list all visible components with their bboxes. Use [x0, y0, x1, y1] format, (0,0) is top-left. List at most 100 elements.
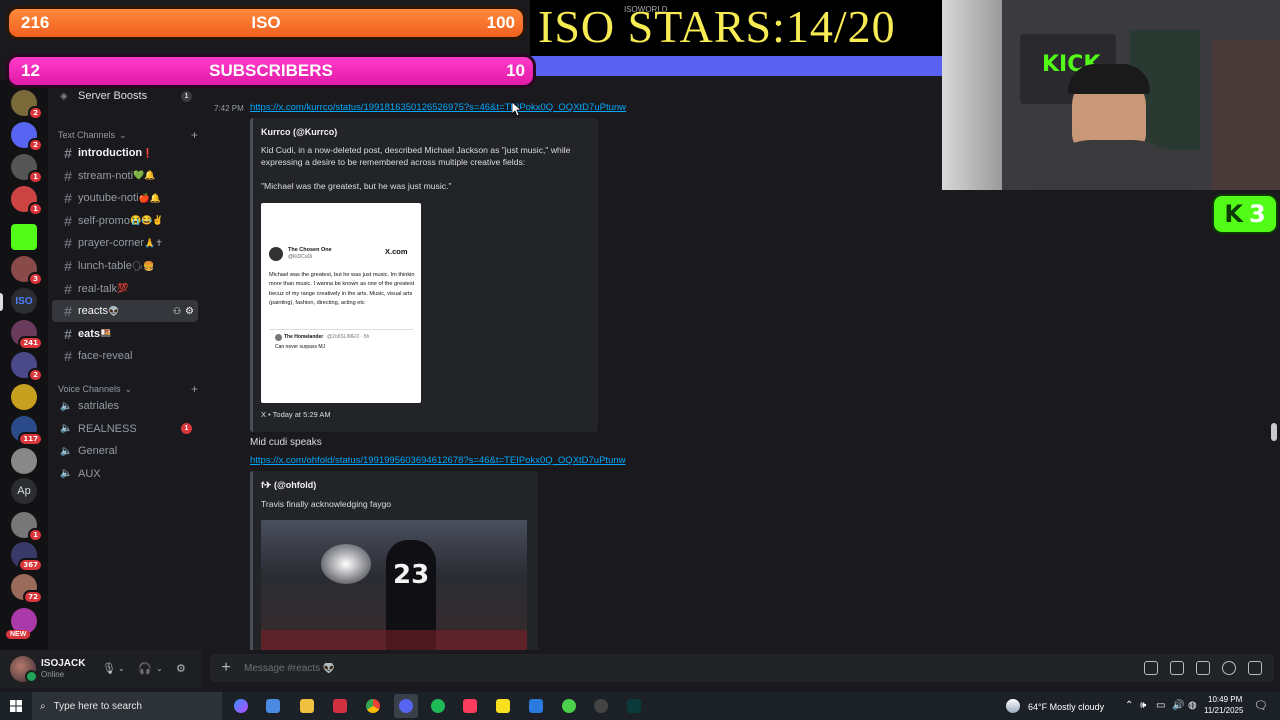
channel-item-self-promo[interactable]: # self-promo 😭😂✌: [52, 210, 198, 232]
channel-item-real-talk[interactable]: # real-talk 💯: [52, 278, 198, 300]
channel-item-stream-noti[interactable]: # stream-noti 💚🔔: [52, 165, 198, 187]
message-link-kurrco[interactable]: https://x.com/kurrco/status/199181635012…: [250, 102, 626, 113]
ap-server-icon[interactable]: Ap: [11, 478, 37, 504]
gear-icon[interactable]: ⚙: [185, 306, 194, 317]
copilot-icon[interactable]: [234, 699, 248, 713]
username[interactable]: ISOJACK: [41, 658, 85, 669]
server-boosts-item[interactable]: ◈ Server Boosts 1: [52, 85, 198, 107]
voice-channel-satriales[interactable]: 🔈 satriales: [52, 395, 198, 417]
clock-date[interactable]: 11/21/2025: [1204, 706, 1243, 715]
voice-channel-aux[interactable]: 🔈 AUX: [52, 463, 198, 485]
discord-icon[interactable]: [399, 699, 413, 713]
embed-video-thumbnail[interactable]: 23: [261, 520, 527, 650]
invite-icon[interactable]: ⚇: [173, 306, 181, 317]
server-icon[interactable]: 1: [11, 186, 43, 216]
chrome-icon[interactable]: [366, 699, 380, 713]
server-icon[interactable]: [11, 448, 37, 474]
channel-item-introduction[interactable]: # introduction ❗: [52, 142, 198, 164]
spotify-icon[interactable]: [431, 699, 445, 713]
voice-channels-category[interactable]: Voice Channels ⌄ +: [58, 382, 198, 396]
server-badge: 117: [18, 432, 43, 446]
discord-server-icon[interactable]: 2: [11, 122, 43, 152]
message-input[interactable]: [242, 661, 842, 675]
game-app-icon[interactable]: [562, 699, 576, 713]
message-link-ohfold[interactable]: https://x.com/ohfold/status/199199560369…: [250, 455, 626, 466]
music-icon[interactable]: [463, 699, 477, 713]
store-icon[interactable]: [266, 699, 280, 713]
headphones-icon[interactable]: 🎧: [138, 662, 152, 675]
iso-server-icon[interactable]: ISO: [11, 288, 37, 314]
server-icon[interactable]: 1: [11, 512, 43, 542]
server-icon[interactable]: 2: [11, 352, 43, 382]
file-explorer-icon[interactable]: [300, 699, 314, 713]
sticky-notes-icon[interactable]: [496, 699, 510, 713]
hash-icon: #: [64, 235, 72, 252]
server-icon[interactable]: 367: [11, 542, 43, 572]
channel-item-face-reveal[interactable]: # face-reveal: [52, 345, 198, 367]
obs-icon[interactable]: [594, 699, 608, 713]
attach-plus-icon[interactable]: +: [210, 659, 242, 677]
server-icon[interactable]: 3: [11, 256, 43, 286]
webcam-feed: KICK: [942, 0, 1280, 190]
create-channel-plus-icon[interactable]: +: [191, 382, 198, 396]
server-icon[interactable]: 1: [11, 154, 43, 184]
crowd: [261, 630, 527, 650]
windows-start-icon[interactable]: [10, 700, 22, 712]
battery-icon[interactable]: ▭: [1156, 700, 1165, 711]
volume-icon[interactable]: 🕪: [1140, 700, 1146, 711]
weather-text[interactable]: 64°F Mostly cloudy: [1028, 702, 1104, 712]
kick-server-icon[interactable]: [11, 224, 37, 250]
network-icon[interactable]: ◍: [1188, 700, 1197, 711]
apps-icon[interactable]: [1248, 661, 1262, 675]
voice-channel-realness[interactable]: 🔈 REALNESS 1: [52, 418, 198, 440]
tweet-body: Michael was the greatest, but he was jus…: [269, 272, 415, 307]
mail-icon[interactable]: [529, 699, 543, 713]
clock-time[interactable]: 10:49 PM: [1208, 695, 1242, 704]
chevron-down-icon[interactable]: ⌄: [156, 664, 163, 673]
channel-name: reacts: [78, 305, 108, 318]
channel-emoji: 🙏✝: [144, 237, 163, 248]
sticker-icon[interactable]: [1196, 661, 1210, 675]
text-channels-category[interactable]: Text Channels ⌄ +: [58, 128, 198, 142]
embed-tweet-image[interactable]: The Chosen One @KiDCuDi X.com Michael wa…: [261, 203, 421, 403]
emoji-icon[interactable]: [1222, 661, 1236, 675]
channel-emoji: ❗: [142, 147, 154, 158]
server-badge: 2: [28, 368, 43, 382]
gif-icon[interactable]: [1170, 661, 1184, 675]
chevron-down-icon[interactable]: ⌄: [118, 664, 125, 673]
channel-name: face-reveal: [78, 350, 133, 363]
weather-cloud-icon[interactable]: [1006, 699, 1020, 713]
server-icon[interactable]: 2: [11, 90, 43, 120]
server-icon[interactable]: 241: [11, 320, 43, 350]
channel-item-youtube-noti[interactable]: # youtube-noti 🍎🔔: [52, 187, 198, 209]
speaker-icon[interactable]: 🔊: [1172, 700, 1184, 711]
embed-footer: X • Today at 5:29 AM: [261, 410, 331, 419]
channel-item-reacts[interactable]: # reacts 👽 ⚇ ⚙: [52, 300, 198, 323]
chat-scrollbar-thumb[interactable]: [1271, 423, 1277, 441]
voice-channel-name: AUX: [78, 467, 101, 480]
channel-item-lunch-table[interactable]: # lunch-table 🗣🍔: [52, 255, 198, 277]
gift-icon[interactable]: [1144, 661, 1158, 675]
message-composer[interactable]: +: [210, 654, 1274, 682]
server-icon[interactable]: 72: [11, 574, 43, 604]
taskbar-search[interactable]: ⌕ Type here to search: [32, 692, 222, 720]
server-icon[interactable]: 117: [11, 416, 43, 446]
gear-icon[interactable]: ⚙: [176, 662, 186, 675]
channel-item-eats[interactable]: # eats 🍱: [52, 323, 198, 345]
server-icon[interactable]: [11, 384, 37, 410]
embed-author[interactable]: Kurrco (@Kurrco): [261, 127, 337, 137]
channel-item-prayer-corner[interactable]: # prayer-corner 🙏✝: [52, 232, 198, 254]
notifications-icon[interactable]: 🗨: [1254, 699, 1268, 712]
voice-channel-general[interactable]: 🔈 General: [52, 440, 198, 462]
create-channel-plus-icon[interactable]: +: [191, 128, 198, 142]
embed-author[interactable]: f✈ (@ohfold): [261, 480, 316, 491]
opera-icon[interactable]: [333, 699, 347, 713]
iso-goal-title: ISO: [251, 13, 281, 32]
microphone-icon[interactable]: 🎙: [102, 662, 116, 675]
streamer-hair: [1068, 64, 1150, 94]
message-timestamp: 7:42 PM: [214, 104, 244, 113]
terminal-icon[interactable]: [627, 699, 641, 713]
user-avatar[interactable]: [10, 656, 38, 683]
hash-icon: #: [64, 348, 72, 365]
tray-chevron-icon[interactable]: ⌃: [1125, 700, 1133, 711]
